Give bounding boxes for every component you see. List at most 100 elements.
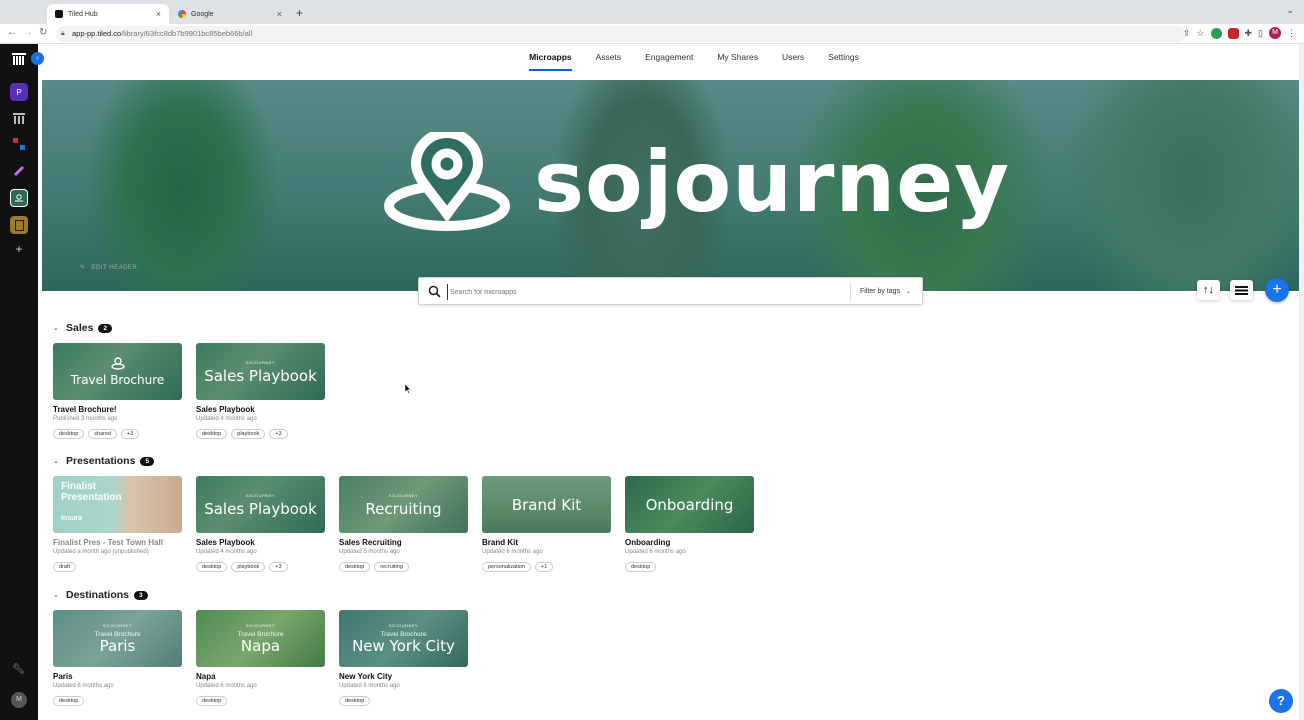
microapp-card[interactable]: Finalist Presentation Insura Finalist Pr… xyxy=(53,476,182,572)
tiled-favicon-icon xyxy=(55,10,63,18)
thumb-title: Onboarding xyxy=(645,495,734,514)
close-tab-icon[interactable]: × xyxy=(277,9,282,19)
url-path: /library/63fcc8db7b9901bc85beb66b/all xyxy=(121,29,253,38)
nav-users[interactable]: Users xyxy=(782,44,804,71)
thumb-title: New York City xyxy=(352,637,455,655)
extension-green-icon[interactable] xyxy=(1210,27,1222,39)
tag[interactable]: desktop xyxy=(53,429,85,439)
sort-button[interactable]: ↑↓ xyxy=(1197,280,1220,300)
tag[interactable]: desktop xyxy=(196,696,228,706)
tag[interactable]: desktop xyxy=(196,562,228,572)
microapp-card[interactable]: SOJOURNEY Travel Brochure New York City … xyxy=(339,610,468,706)
lock-icon: 🔒︎ xyxy=(61,30,65,37)
collapse-rail-icon[interactable]: › xyxy=(31,52,44,65)
user-avatar[interactable]: M xyxy=(11,692,27,708)
forward-icon[interactable]: → xyxy=(23,27,33,38)
tiled-logo-icon[interactable] xyxy=(10,50,28,68)
filter-by-tags-dropdown[interactable]: Filter by tags ⌄ xyxy=(850,283,922,301)
section-header-presentations[interactable]: ⌄ Presentations 5 xyxy=(53,455,155,467)
app-purple-icon[interactable] xyxy=(10,162,28,180)
microapp-card[interactable]: Brand Kit Brand Kit Updated 6 months ago… xyxy=(482,476,611,572)
tag[interactable]: playbook xyxy=(231,429,266,439)
extensions-puzzle-icon[interactable]: ✚ xyxy=(1245,28,1253,39)
section-header-sales[interactable]: ⌄ Sales 2 xyxy=(53,322,113,334)
workspace-p-icon[interactable]: P xyxy=(10,83,28,101)
card-title: Sales Playbook xyxy=(196,405,255,414)
section-header-destinations[interactable]: ⌄ Destinations 3 xyxy=(53,589,148,601)
bookmark-star-icon[interactable]: ☆ xyxy=(1196,28,1204,39)
microapp-card[interactable]: SOJOURNEY Sales Playbook Sales Playbook … xyxy=(196,343,325,439)
extension-red-icon[interactable] xyxy=(1227,27,1239,39)
app-red-icon[interactable] xyxy=(10,135,28,153)
card-status: Updated 6 months ago xyxy=(625,549,686,555)
side-panel-icon[interactable]: ▯ xyxy=(1258,28,1263,39)
microapp-card[interactable]: SOJOURNEY Travel Brochure Napa Napa Upda… xyxy=(196,610,325,706)
browser-tab-google[interactable]: Google × xyxy=(170,4,290,24)
main-nav: Microapps Assets Engagement My Shares Us… xyxy=(38,44,1304,78)
thumb-title: Finalist Presentation xyxy=(61,481,122,503)
microapp-card[interactable]: SOJOURNEY Travel Brochure Paris Paris Up… xyxy=(53,610,182,706)
tag[interactable]: shared xyxy=(88,429,118,439)
thumb-brand: SOJOURNEY xyxy=(102,623,133,628)
share-icon[interactable]: ⇪ xyxy=(1183,28,1191,39)
browser-menu-icon[interactable]: ⋮ xyxy=(1287,28,1296,39)
tab-search-icon[interactable]: ⌄ xyxy=(1286,5,1294,16)
section-title: Sales xyxy=(66,322,94,334)
view-toggle-button[interactable] xyxy=(1230,280,1253,300)
new-tab-icon[interactable]: + xyxy=(296,6,303,20)
add-microapp-button[interactable]: + xyxy=(1265,278,1289,302)
tag[interactable]: desktop xyxy=(196,429,228,439)
search-input[interactable] xyxy=(447,284,847,300)
page-scrollbar[interactable] xyxy=(1299,44,1304,720)
nav-microapps[interactable]: Microapps xyxy=(529,44,572,71)
card-title: New York City xyxy=(339,672,393,681)
microapp-card[interactable]: Travel Brochure Travel Brochure! Publish… xyxy=(53,343,182,439)
filter-label: Filter by tags xyxy=(860,288,901,295)
tag[interactable]: desktop xyxy=(625,562,657,572)
tag-more[interactable]: +1 xyxy=(535,562,554,572)
thumb-title: Recruiting xyxy=(365,499,442,518)
nav-engagement[interactable]: Engagement xyxy=(645,44,693,71)
microapp-card[interactable]: SOJOURNEY Recruiting Sales Recruiting Up… xyxy=(339,476,468,572)
card-status: Updated 5 months ago xyxy=(339,549,400,555)
tag[interactable]: desktop xyxy=(53,696,85,706)
reload-icon[interactable]: ↻ xyxy=(39,27,47,38)
back-icon[interactable]: ← xyxy=(7,27,17,38)
app-book-icon[interactable] xyxy=(10,216,28,234)
nav-my-shares[interactable]: My Shares xyxy=(717,44,758,71)
thumb-subtitle: Travel Brochure xyxy=(237,631,284,638)
tag[interactable]: personalization xyxy=(482,562,531,572)
edit-header-button[interactable]: ✎ EDIT HEADER xyxy=(80,264,137,272)
thumb-brand: SOJOURNEY xyxy=(245,359,276,365)
app-sojourney-icon[interactable] xyxy=(10,189,28,207)
tag[interactable]: desktop xyxy=(339,562,371,572)
browser-tab-tiled[interactable]: Tiled Hub × xyxy=(47,4,169,24)
tag-more[interactable]: +3 xyxy=(269,429,288,439)
card-thumbnail: Finalist Presentation Insura xyxy=(53,476,182,533)
grid-icon[interactable] xyxy=(10,109,28,127)
microapp-card[interactable]: Onboarding Onboarding Updated 6 months a… xyxy=(625,476,754,572)
microapp-card[interactable]: SOJOURNEY Sales Playbook Sales Playbook … xyxy=(196,476,325,572)
card-tags: personalization +1 xyxy=(482,562,611,572)
card-title: Sales Playbook xyxy=(196,538,255,547)
settings-wrench-icon[interactable]: 🔧︎ xyxy=(12,664,25,675)
search-icon xyxy=(428,285,441,298)
tag[interactable]: recruiting xyxy=(374,562,409,572)
close-tab-icon[interactable]: × xyxy=(156,9,161,19)
tag-more[interactable]: +3 xyxy=(269,562,288,572)
tag[interactable]: playbook xyxy=(231,562,266,572)
tag-more[interactable]: +3 xyxy=(121,429,140,439)
help-button[interactable]: ? xyxy=(1269,689,1293,713)
add-workspace-icon[interactable]: + xyxy=(10,240,28,258)
tag[interactable]: draft xyxy=(53,562,77,572)
address-bar[interactable]: 🔒︎ app-pp.tiled.co/library/63fcc8db7b990… xyxy=(56,26,1186,42)
nav-settings[interactable]: Settings xyxy=(828,44,859,71)
nav-assets[interactable]: Assets xyxy=(596,44,622,71)
card-tags: desktop playbook +3 xyxy=(196,429,325,439)
hero-brand: sojourney xyxy=(382,132,1010,232)
card-title: Brand Kit xyxy=(482,538,518,547)
card-status: Updated 6 months ago xyxy=(53,683,114,689)
tag[interactable]: desktop xyxy=(339,696,371,706)
thumb-subtitle: Travel Brochure xyxy=(380,631,427,638)
profile-avatar[interactable]: M xyxy=(1269,27,1281,39)
